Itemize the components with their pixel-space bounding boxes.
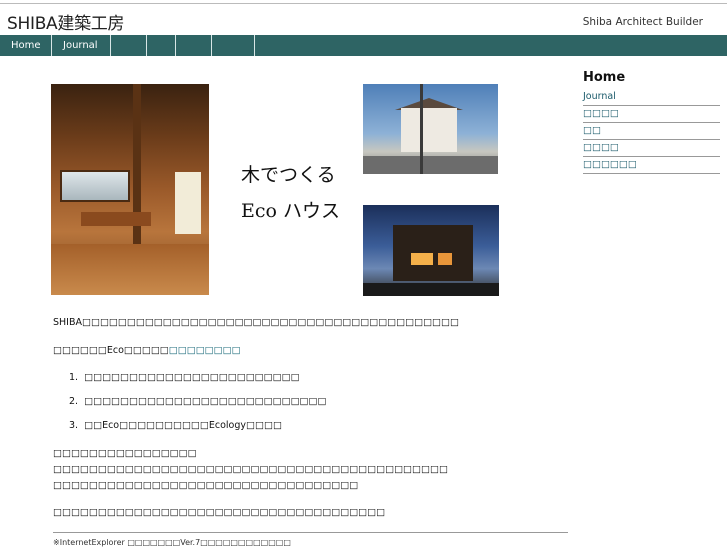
nav-item-5[interactable]	[176, 35, 212, 56]
list-item: 2. □□□□□□□□□□□□□□□□□□□□□□□□□□□	[69, 396, 326, 407]
nav-item-journal[interactable]: Journal	[52, 35, 111, 56]
sidebar-item-3[interactable]: □□	[583, 123, 720, 140]
browser-note: ※InternetExplorer □□□□□□□Ver.7□□□□□□□□□□…	[53, 538, 291, 547]
photo-table	[81, 212, 151, 226]
eco-text: □□□□□□Eco□□□□□	[53, 345, 169, 356]
closing-paragraph: □□□□□□□□□□□□□□□□□□□□□□□□□□□□□□□□□□□□□	[53, 507, 386, 518]
sidebar: Home Journal □□□□ □□ □□□□ □□□□□□	[583, 70, 720, 174]
intro-paragraph: SHIBA□□□□□□□□□□□□□□□□□□□□□□□□□□□□□□□□□□□…	[53, 317, 459, 328]
list-text: □□□□□□□□□□□□□□□□□□□□□□□□□□□	[84, 396, 327, 407]
hero-headline: 木でつくる Eco ハウス	[241, 157, 340, 229]
photo-wall	[401, 108, 457, 152]
description-paragraph: □□□□□□□□□□□□□□□□ □□□□□□□□□□□□□□□□□□□□□□□…	[53, 446, 448, 494]
main-nav: Home Journal	[0, 35, 727, 56]
photo-pole	[420, 84, 423, 174]
photo-lit-window	[411, 253, 433, 265]
nav-item-3[interactable]	[111, 35, 147, 56]
site-tagline: Shiba Architect Builder	[582, 16, 703, 28]
house-exterior-day-photo	[363, 84, 498, 174]
eco-paragraph: □□□□□□Eco□□□□□□□□□□□□□	[53, 345, 241, 356]
photo-door	[175, 172, 201, 234]
paragraph-line: □□□□□□□□□□□□□□□□□□□□□□□□□□□□□□□□□□□□□□□□…	[53, 464, 448, 475]
paragraph-line: □□□□□□□□□□□□□□□□	[53, 448, 197, 459]
photo-house-body	[393, 225, 473, 281]
hero-line-2: Eco ハウス	[241, 200, 340, 222]
list-number: 2.	[69, 396, 79, 407]
photo-floor	[51, 244, 209, 295]
sidebar-item-5[interactable]: □□□□□□	[583, 157, 720, 174]
photo-window	[60, 170, 130, 202]
eco-link[interactable]: □□□□□□□□	[169, 345, 241, 356]
list-item: 3. □□Eco□□□□□□□□□□Ecology□□□□	[69, 420, 282, 431]
nav-item-4[interactable]	[147, 35, 176, 56]
nav-item-home[interactable]: Home	[0, 35, 52, 56]
list-text: □□□□□□□□□□□□□□□□□□□□□□□□	[84, 372, 300, 383]
photo-lit-window-2	[438, 253, 452, 265]
list-item: 1. □□□□□□□□□□□□□□□□□□□□□□□□	[69, 372, 300, 383]
hero-line-1: 木でつくる	[241, 164, 336, 186]
list-text: □□Eco□□□□□□□□□□Ecology□□□□	[84, 420, 282, 431]
nav-item-6[interactable]	[212, 35, 255, 56]
interior-photo	[51, 84, 209, 295]
sidebar-title: Home	[583, 70, 626, 85]
photo-road	[363, 156, 498, 174]
footer-divider	[53, 532, 568, 533]
photo-ground	[363, 283, 499, 296]
site-logo[interactable]: SHIBA建築工房	[7, 9, 124, 34]
top-border	[0, 3, 727, 4]
list-number: 1.	[69, 372, 79, 383]
sidebar-item-journal[interactable]: Journal	[583, 89, 720, 106]
sidebar-item-2[interactable]: □□□□	[583, 106, 720, 123]
house-exterior-night-photo	[363, 205, 499, 296]
list-number: 3.	[69, 420, 79, 431]
paragraph-line: □□□□□□□□□□□□□□□□□□□□□□□□□□□□□□□□□□	[53, 480, 359, 491]
sidebar-item-4[interactable]: □□□□	[583, 140, 720, 157]
